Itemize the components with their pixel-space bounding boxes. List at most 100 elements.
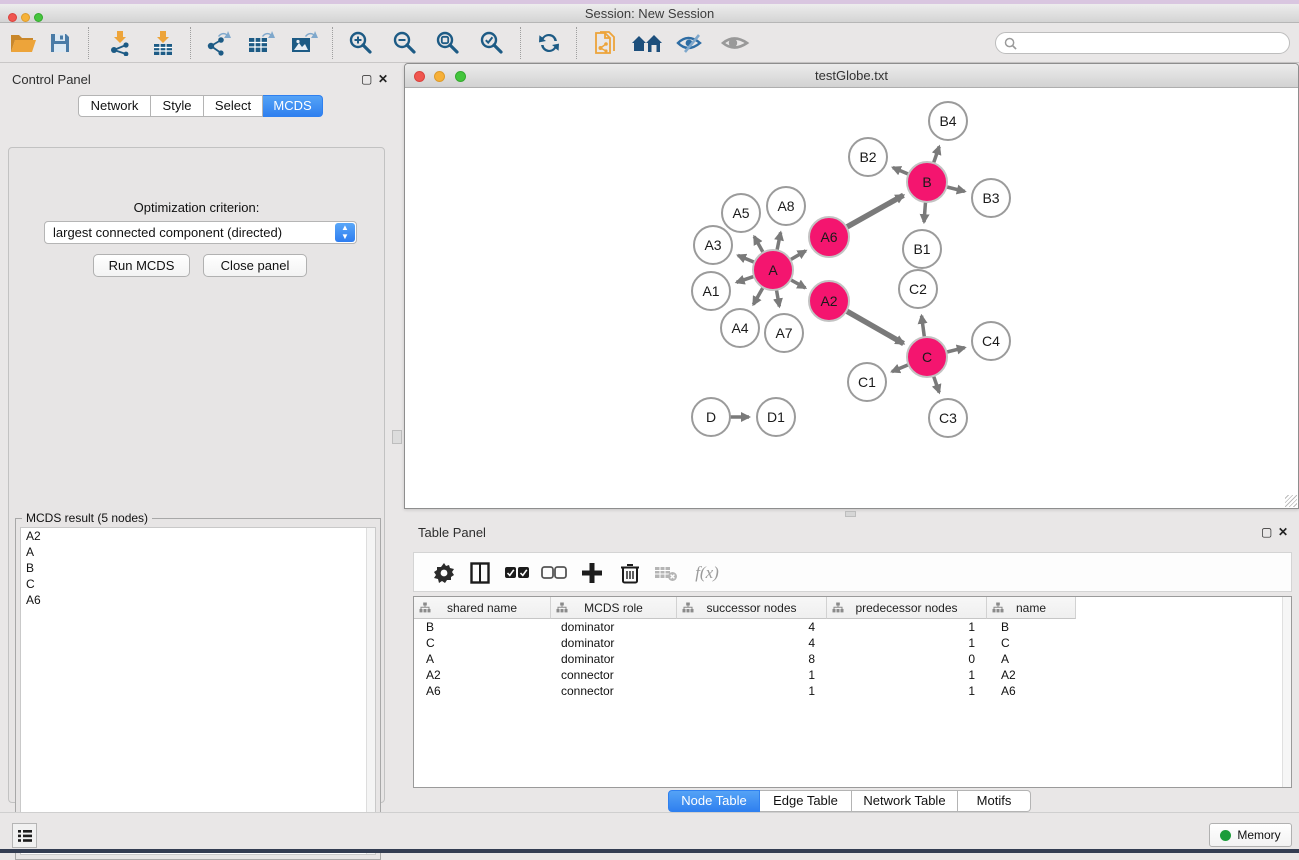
column-header-MCDS-role[interactable]: MCDS role: [551, 597, 677, 619]
column-header-shared-name[interactable]: shared name: [414, 597, 551, 619]
close-traffic-light[interactable]: [8, 13, 17, 22]
delete-table-button[interactable]: [651, 558, 681, 588]
tab-network[interactable]: Network: [78, 95, 151, 117]
criterion-value: largest connected component (directed): [53, 225, 282, 240]
column-header-successor-nodes[interactable]: successor nodes: [677, 597, 827, 619]
show-graphics-button[interactable]: [718, 27, 752, 59]
graph-node-label: B3: [982, 190, 999, 206]
graph-node-label: C2: [909, 281, 927, 297]
criterion-select[interactable]: largest connected component (directed) ▲…: [44, 221, 357, 244]
graph-edge-A2-C[interactable]: [844, 309, 904, 343]
close-panel-icon[interactable]: ✕: [378, 72, 388, 86]
export-table-button[interactable]: [244, 27, 278, 59]
function-builder-button[interactable]: f(x): [687, 558, 727, 588]
show-panels-button[interactable]: [12, 823, 37, 848]
close-panel-icon[interactable]: ✕: [1278, 525, 1288, 539]
delete-column-button[interactable]: [615, 558, 645, 588]
tab-node-table[interactable]: Node Table: [668, 790, 760, 812]
table-cell: 4: [677, 635, 827, 651]
table-cell: connector: [551, 667, 677, 683]
table-row[interactable]: Cdominator41C: [414, 635, 1291, 651]
memory-button[interactable]: Memory: [1209, 823, 1292, 847]
window-resize-handle[interactable]: [1285, 495, 1297, 507]
minimize-traffic-light[interactable]: [434, 71, 445, 82]
export-image-icon: [290, 30, 318, 56]
zoom-selected-button[interactable]: [475, 27, 509, 59]
table-scrollbar[interactable]: [1282, 597, 1291, 787]
float-panel-icon[interactable]: ▢: [1261, 525, 1272, 539]
graph-node-label: D: [706, 409, 716, 425]
graph-node-label: C: [922, 349, 932, 365]
import-table-button[interactable]: [146, 27, 180, 59]
network-document-button[interactable]: [588, 27, 622, 59]
table-row[interactable]: A6connector11A6: [414, 683, 1291, 699]
zoom-in-button[interactable]: [344, 27, 378, 59]
table-cell: A6: [987, 683, 1076, 699]
zoom-fit-button[interactable]: [431, 27, 465, 59]
network-window-title: testGlobe.txt: [405, 64, 1298, 88]
search-icon: [1004, 37, 1017, 50]
zoom-out-button[interactable]: [388, 27, 422, 59]
graph-node-label: A7: [775, 325, 792, 341]
select-all-button[interactable]: [502, 558, 532, 588]
graph-node-label: C4: [982, 333, 1000, 349]
deselect-all-button[interactable]: [539, 558, 569, 588]
close-panel-button[interactable]: Close panel: [203, 254, 307, 277]
result-list-item[interactable]: A6: [21, 592, 375, 608]
list-icon: [17, 829, 33, 843]
splitter-grip[interactable]: [392, 430, 402, 444]
column-type-icon: [682, 602, 694, 613]
table-row[interactable]: Adominator80A: [414, 651, 1291, 667]
export-network-button[interactable]: [201, 27, 235, 59]
import-network-button[interactable]: [103, 27, 137, 59]
node-table[interactable]: shared nameMCDS rolesuccessor nodesprede…: [413, 596, 1292, 788]
open-session-icon: [9, 31, 37, 55]
table-cell: A2: [414, 667, 551, 683]
select-all-icon: [504, 566, 530, 580]
result-list-item[interactable]: C: [21, 576, 375, 592]
zoom-in-icon: [348, 30, 374, 56]
show-columns-button[interactable]: [465, 558, 495, 588]
horizontal-splitter-grip[interactable]: [845, 511, 856, 517]
tab-motifs[interactable]: Motifs: [958, 790, 1031, 812]
table-cell: 1: [827, 667, 987, 683]
float-panel-icon[interactable]: ▢: [361, 72, 372, 86]
column-header-name[interactable]: name: [987, 597, 1076, 619]
result-list-item[interactable]: A: [21, 544, 375, 560]
save-session-button[interactable]: [43, 27, 77, 59]
search-field[interactable]: [995, 32, 1290, 54]
open-session-button[interactable]: [6, 27, 40, 59]
result-list-item[interactable]: A2: [21, 528, 375, 544]
result-list-item[interactable]: B: [21, 560, 375, 576]
table-settings-button[interactable]: [429, 558, 459, 588]
result-scrollbar[interactable]: [366, 528, 375, 854]
hide-graphics-button[interactable]: [673, 27, 707, 59]
home-button[interactable]: [630, 27, 664, 59]
graph-edge-A6-B[interactable]: [844, 195, 904, 228]
table-row[interactable]: A2connector11A2: [414, 667, 1291, 683]
network-graph-canvas[interactable]: B4B2BB3A8A5A6A3B1AC2A1A2A4A7C4CC1DD1C3: [405, 88, 1298, 508]
table-row[interactable]: Bdominator41B: [414, 619, 1291, 635]
run-mcds-button[interactable]: Run MCDS: [93, 254, 190, 277]
search-input[interactable]: [1021, 34, 1289, 52]
tab-edge-table[interactable]: Edge Table: [760, 790, 852, 812]
maximize-traffic-light[interactable]: [455, 71, 466, 82]
control-panel-title: Control Panel: [12, 72, 91, 87]
export-image-button[interactable]: [287, 27, 321, 59]
show-graphics-icon: [720, 31, 750, 55]
mcds-panel: Optimization criterion: largest connecte…: [8, 147, 385, 803]
tab-mcds[interactable]: MCDS: [263, 95, 323, 117]
table-cell: A: [987, 651, 1076, 667]
tab-network-table[interactable]: Network Table: [852, 790, 958, 812]
tab-select[interactable]: Select: [204, 95, 263, 117]
mcds-result-list[interactable]: A2ABCA6: [20, 527, 376, 855]
minimize-traffic-light[interactable]: [21, 13, 30, 22]
column-header-predecessor-nodes[interactable]: predecessor nodes: [827, 597, 987, 619]
refresh-button[interactable]: [532, 27, 566, 59]
tab-style[interactable]: Style: [151, 95, 204, 117]
graph-node-label: A3: [704, 237, 721, 253]
close-traffic-light[interactable]: [414, 71, 425, 82]
create-column-button[interactable]: [577, 558, 607, 588]
maximize-traffic-light[interactable]: [34, 13, 43, 22]
graph-node-label: A: [768, 262, 778, 278]
